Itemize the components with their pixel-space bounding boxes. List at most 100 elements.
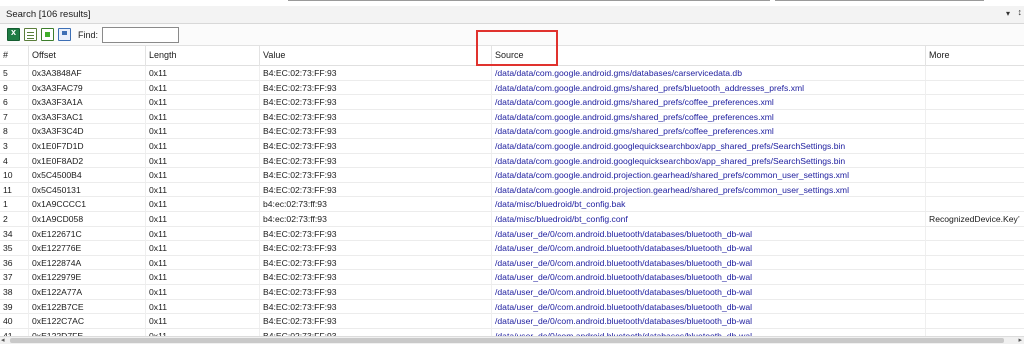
column-header-length[interactable]: Length <box>146 46 260 66</box>
cell-number: 36 <box>0 255 29 270</box>
column-header-value[interactable]: Value <box>260 46 492 66</box>
cell-source: /data/user_de/0/com.android.bluetooth/da… <box>492 299 926 314</box>
table-row[interactable]: 1 0x1A9CCCC1 0x11 b4:ec:02:73:ff:93/data/mi… <box>0 197 1024 212</box>
cell-value: B4:EC:02:73:FF:93 <box>260 328 492 336</box>
table-row[interactable]: 8 0x3A3F3C4D 0x11 B4:EC:02:73:FF:93/data/da… <box>0 124 1024 139</box>
cell-number: 38 <box>0 285 29 299</box>
cell-source: /data/data/com.google.android.projection… <box>492 182 926 197</box>
cell-number: 9 <box>0 80 29 95</box>
cell-value: b4:ec:02:73:ff:93 <box>260 212 492 226</box>
table-row[interactable]: 36 0xE122874A 0x11 B4:EC:02:73:FF:93/data/u… <box>0 255 1024 271</box>
cell-length: 0x11 <box>146 95 260 110</box>
cell-value: B4:EC:02:73:FF:93 <box>260 66 492 80</box>
cell-number: 4 <box>0 153 29 168</box>
cell-more <box>926 124 1024 138</box>
cell-more <box>926 168 1024 182</box>
cell-offset: 0x5C4500B4 <box>29 168 146 183</box>
cell-offset: 0x1E0F7D1D <box>29 139 146 153</box>
cell-more <box>926 329 1024 336</box>
top-border-segment <box>288 0 770 1</box>
cell-number: 3 <box>0 139 29 153</box>
cell-offset: 0x1E0F8AD2 <box>29 153 146 168</box>
scrollbar-thumb[interactable] <box>10 338 1004 343</box>
cell-source: /data/user_de/0/com.android.bluetooth/da… <box>492 241 926 256</box>
cell-value: B4:EC:02:73:FF:93 <box>260 241 492 256</box>
cell-offset: 0xE122874A <box>29 255 146 270</box>
table-row[interactable]: 11 0x5C450131 0x11 B4:EC:02:73:FF:93/data/d… <box>0 182 1024 198</box>
document-icon[interactable] <box>41 28 54 41</box>
cell-more: RecognizedDevice.Key’ <box>929 214 1020 224</box>
cell-number: 35 <box>0 241 29 256</box>
panel-menu-dropdown-icon[interactable]: ▾ <box>1006 9 1010 18</box>
cell-number: 8 <box>0 124 29 139</box>
cell-value: B4:EC:02:73:FF:93 <box>260 95 492 110</box>
results-table: # Offset Length Value Source More 5 0x3A3… <box>0 46 1024 336</box>
table-row[interactable]: 2 0x1A9CD058 0x11 b4:ec:02:73:ff:93/data/mi… <box>0 212 1024 227</box>
cell-more <box>926 66 1024 80</box>
table-row[interactable]: 4 0x1E0F8AD2 0x11 B4:EC:02:73:FF:93/data/da… <box>0 153 1024 169</box>
panel-title: Search [106 results] <box>6 9 91 20</box>
cell-source: /data/misc/bluedroid/bt_config.conf <box>492 212 926 226</box>
cell-length: 0x11 <box>146 197 260 212</box>
cell-offset: 0x3A3FAC79 <box>29 80 146 95</box>
table-row[interactable]: 5 0x3A3848AF 0x11 B4:EC:02:73:FF:93/data/da… <box>0 66 1024 81</box>
table-row[interactable]: 6 0x3A3F3A1A 0x11 B4:EC:02:73:FF:93/data/da… <box>0 95 1024 110</box>
cell-source: /data/user_de/0/com.android.bluetooth/da… <box>492 226 926 241</box>
cell-more <box>926 183 1024 197</box>
cell-source: /data/data/com.google.android.googlequic… <box>492 153 926 168</box>
cell-length: 0x11 <box>146 328 260 336</box>
table-row[interactable]: 38 0xE122A77A 0x11 B4:EC:02:73:FF:93/data/u… <box>0 285 1024 300</box>
panel-pin-icon[interactable]: ↕ <box>1018 7 1023 17</box>
cell-number: 37 <box>0 270 29 285</box>
cell-value: B4:EC:02:73:FF:93 <box>260 80 492 95</box>
cell-length: 0x11 <box>146 226 260 241</box>
table-row[interactable]: 35 0xE122776E 0x11 B4:EC:02:73:FF:93/data/u… <box>0 241 1024 256</box>
cell-length: 0x11 <box>146 285 260 299</box>
cell-source: /data/user_de/0/com.android.bluetooth/da… <box>492 328 926 336</box>
table-row[interactable]: 34 0xE122671C 0x11 B4:EC:02:73:FF:93/data/u… <box>0 226 1024 242</box>
table-row[interactable]: 40 0xE122C7AC 0x11 B4:EC:02:73:FF:93/data/u… <box>0 314 1024 329</box>
find-label: Find: <box>78 30 99 40</box>
save-icon[interactable] <box>58 28 71 41</box>
table-row[interactable]: 37 0xE122979E 0x11 B4:EC:02:73:FF:93/data/u… <box>0 270 1024 285</box>
horizontal-scrollbar[interactable]: ◂ ▸ <box>0 336 1024 344</box>
cell-number: 2 <box>0 212 29 226</box>
cell-source: /data/data/com.google.android.gms/databa… <box>492 66 926 80</box>
column-header-source[interactable]: Source <box>492 46 926 66</box>
grid-view-icon[interactable] <box>24 28 37 41</box>
cell-value: B4:EC:02:73:FF:93 <box>260 314 492 329</box>
table-row[interactable]: 9 0x3A3FAC79 0x11 B4:EC:02:73:FF:93/data/da… <box>0 80 1024 96</box>
cell-source: /data/data/com.google.android.projection… <box>492 168 926 183</box>
cell-value: B4:EC:02:73:FF:93 <box>260 109 492 124</box>
cell-source: /data/data/com.google.android.googlequic… <box>492 139 926 153</box>
scroll-right-icon[interactable]: ▸ <box>1018 337 1022 344</box>
cell-source: /data/user_de/0/com.android.bluetooth/da… <box>492 270 926 285</box>
cell-source: /data/user_de/0/com.android.bluetooth/da… <box>492 285 926 299</box>
cell-number: 41 <box>0 328 29 336</box>
cell-length: 0x11 <box>146 255 260 270</box>
cell-offset: 0xE122671C <box>29 226 146 241</box>
table-row[interactable]: 10 0x5C4500B4 0x11 B4:EC:02:73:FF:93/data/d… <box>0 168 1024 183</box>
excel-export-icon[interactable] <box>7 27 20 41</box>
column-header-offset[interactable]: Offset <box>29 46 146 66</box>
cell-length: 0x11 <box>146 241 260 256</box>
cell-more <box>926 95 1024 109</box>
cell-value: B4:EC:02:73:FF:93 <box>260 168 492 183</box>
cell-length: 0x11 <box>146 153 260 168</box>
table-row[interactable]: 7 0x3A3F3AC1 0x11 B4:EC:02:73:FF:93/data/da… <box>0 109 1024 125</box>
column-header-number[interactable]: # <box>0 46 29 66</box>
cell-offset: 0xE122B7CE <box>29 299 146 314</box>
cell-source: /data/data/com.google.android.gms/shared… <box>492 109 926 124</box>
cell-more <box>926 285 1024 299</box>
cell-number: 11 <box>0 182 29 197</box>
cell-source: /data/data/com.google.android.gms/shared… <box>492 80 926 95</box>
table-row[interactable]: 39 0xE122B7CE 0x11 B4:EC:02:73:FF:93/data/u… <box>0 299 1024 315</box>
table-row[interactable]: 3 0x1E0F7D1D 0x11 B4:EC:02:73:FF:93/data/da… <box>0 139 1024 154</box>
cell-value: B4:EC:02:73:FF:93 <box>260 285 492 299</box>
cell-offset: 0xE122C7AC <box>29 314 146 329</box>
column-header-more[interactable]: More <box>926 46 1024 66</box>
cell-more <box>926 197 1024 211</box>
scroll-left-icon[interactable]: ◂ <box>1 337 5 344</box>
table-row[interactable]: 41 0xE122D7FE 0x11 B4:EC:02:73:FF:93/data/u… <box>0 328 1024 336</box>
find-input[interactable] <box>102 27 179 43</box>
